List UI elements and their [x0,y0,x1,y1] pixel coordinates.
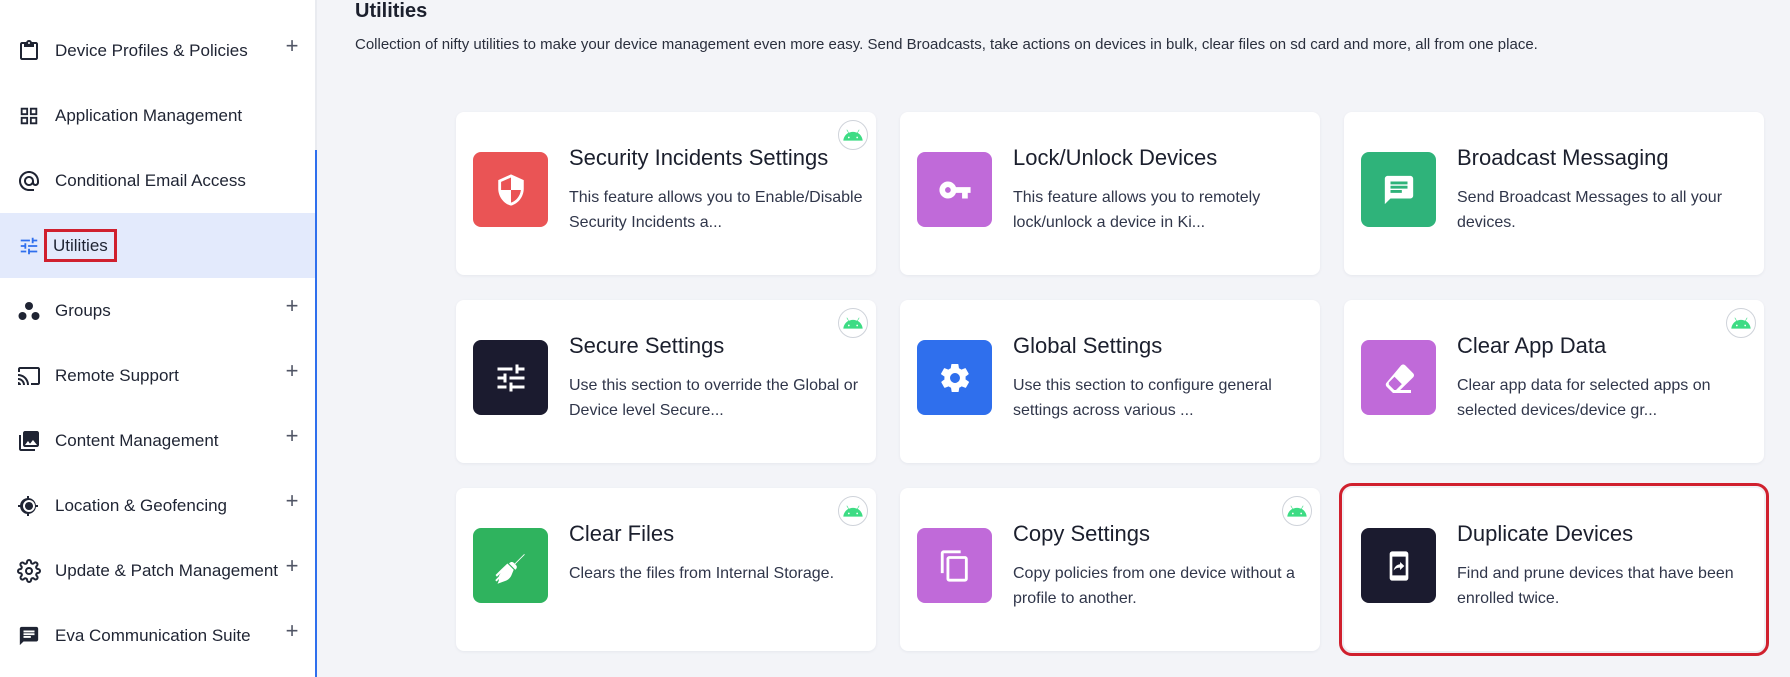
copy-icon [917,528,992,603]
gear-icon [917,340,992,415]
card-title: Copy Settings [1013,521,1150,546]
sidebar-item-label: Location & Geofencing [55,495,228,515]
card-broadcast-messaging[interactable]: Broadcast Messaging Send Broadcast Messa… [1344,112,1764,275]
broom-icon [473,528,548,603]
eraser-icon [1361,340,1436,415]
card-duplicate-devices[interactable]: Duplicate Devices Find and prune devices… [1339,483,1769,656]
card-title: Security Incidents Settings [569,145,829,170]
sidebar: Device Profiles & Policies + Application… [0,0,317,677]
phone-share-icon [1361,528,1436,603]
expand-icon[interactable]: + [281,35,303,57]
card-title: Lock/Unlock Devices [1013,145,1218,170]
card-title: Global Settings [1013,333,1163,358]
android-icon [1282,496,1312,526]
groups-icon [15,297,43,325]
android-icon [838,496,868,526]
card-global-settings[interactable]: Global Settings Use this section to conf… [900,300,1320,463]
location-icon [15,492,43,520]
shield-icon [473,152,548,227]
sidebar-item-content-management[interactable]: Content Management + [0,408,315,473]
sidebar-item-device-profiles[interactable]: Device Profiles & Policies + [0,18,315,83]
sidebar-item-groups[interactable]: Groups + [0,278,315,343]
utilities-highlight: Utilities [44,228,117,262]
gear-icon [15,557,43,585]
expand-icon[interactable]: + [281,490,303,512]
key-icon [917,152,992,227]
card-description: This feature allows you to Enable/Disabl… [569,189,863,231]
card-lock-unlock[interactable]: Lock/Unlock Devices This feature allows … [900,112,1320,275]
sidebar-item-label: Eva Communication Suite [55,625,251,645]
card-description: Send Broadcast Messages to all your devi… [1457,189,1723,231]
card-description: Clear app data for selected apps on sele… [1457,377,1711,419]
sidebar-item-conditional-email[interactable]: Conditional Email Access [0,148,315,213]
expand-icon[interactable]: + [281,555,303,577]
sidebar-item-label: Device Profiles & Policies [55,40,248,60]
main-content: Utilities Collection of nifty utilities … [317,0,1790,677]
sidebar-item-label: Update & Patch Management [55,560,279,580]
card-description: Find and prune devices that have been en… [1457,565,1734,607]
sidebar-item-utilities[interactable]: Utilities [0,213,315,278]
card-clear-app-data[interactable]: Clear App Data Clear app data for select… [1344,300,1764,463]
card-description: Copy policies from one device without a … [1013,565,1295,607]
chat-icon [15,622,43,650]
sidebar-item-label: Content Management [55,430,219,450]
sidebar-item-application-management[interactable]: Application Management [0,83,315,148]
card-description: Clears the files from Internal Storage. [569,565,835,582]
expand-icon[interactable]: + [281,360,303,382]
sidebar-item-remote-support[interactable]: Remote Support + [0,343,315,408]
card-title: Secure Settings [569,333,725,358]
images-icon [15,427,43,455]
expand-icon[interactable]: + [281,620,303,642]
sidebar-item-label: Conditional Email Access [55,170,246,190]
expand-icon[interactable]: + [281,295,303,317]
message-icon [1361,152,1436,227]
sidebar-item-label: Groups [55,300,111,320]
android-icon [838,120,868,150]
card-description: Use this section to configure general se… [1013,377,1272,419]
android-icon [1726,308,1756,338]
card-description: This feature allows you to remotely lock… [1013,189,1261,231]
page-title: Utilities [355,0,428,22]
card-secure-settings[interactable]: Secure Settings Use this section to over… [456,300,876,463]
card-security-incidents[interactable]: Security Incidents Settings This feature… [456,112,876,275]
clipboard-icon [15,37,43,65]
tune-icon [473,340,548,415]
sliders-icon [15,232,43,260]
sidebar-item-update-patch[interactable]: Update & Patch Management + [0,538,315,603]
android-icon [838,308,868,338]
card-copy-settings[interactable]: Copy Settings Copy policies from one dev… [900,488,1320,651]
sidebar-item-label: Remote Support [55,365,179,385]
page-description: Collection of nifty utilities to make yo… [355,36,1538,53]
card-title: Clear App Data [1457,333,1607,358]
sidebar-item-location-geofencing[interactable]: Location & Geofencing + [0,473,315,538]
sidebar-item-label: Utilities [44,228,117,262]
sidebar-item-eva-communication[interactable]: Eva Communication Suite + [0,603,315,668]
at-sign-icon [15,167,43,195]
expand-icon[interactable]: + [281,425,303,447]
card-title: Duplicate Devices [1457,521,1634,546]
card-title: Clear Files [569,521,675,546]
cast-icon [15,362,43,390]
sidebar-item-label: Application Management [55,105,243,125]
grid-icon [15,102,43,130]
card-title: Broadcast Messaging [1457,145,1669,170]
card-description: Use this section to override the Global … [569,377,859,419]
card-clear-files[interactable]: Clear Files Clears the files from Intern… [456,488,876,651]
